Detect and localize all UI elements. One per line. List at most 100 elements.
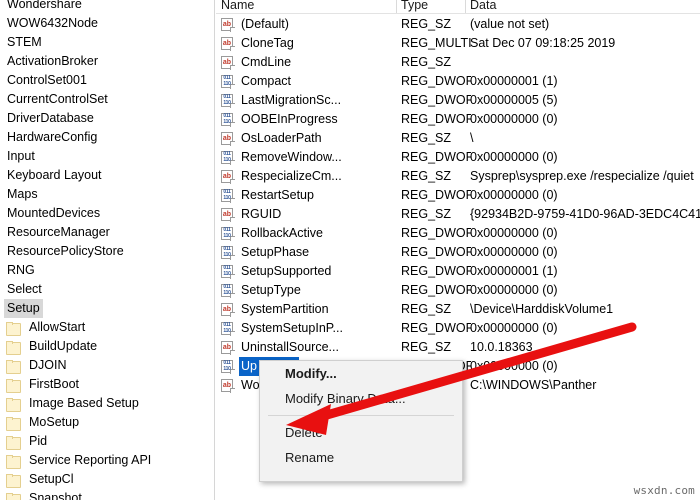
tree-item[interactable]: Snapshot [0, 489, 203, 500]
value-type-cell: REG_SZ [401, 55, 452, 69]
column-divider-name-type[interactable] [396, 0, 397, 14]
value-data-cell: C:\WINDOWS\Panther [470, 378, 597, 392]
column-header-data[interactable]: Data [470, 0, 496, 14]
value-type-cell: REG_DWORD [401, 321, 471, 335]
context-menu-item[interactable]: Rename [260, 445, 462, 470]
column-divider-type-data[interactable] [465, 0, 466, 14]
context-menu-item[interactable]: Modify... [260, 361, 462, 386]
value-data-cell: 0x00000001 (1) [470, 264, 558, 278]
value-name-label: CloneTag [241, 36, 294, 50]
value-row[interactable]: 011110 Compact REG_DWORD0x00000001 (1) [216, 72, 700, 91]
dword-value-icon: 011 110 [221, 151, 235, 165]
value-row[interactable]: ab OsLoaderPath REG_SZ \ [216, 129, 700, 148]
value-row[interactable]: 011110 SetupPhase REG_DWORD0x00000000 (0) [216, 243, 700, 262]
tree-item[interactable]: RNG [0, 261, 203, 280]
tree-item[interactable]: Pid [0, 432, 203, 451]
tree-item-label: Setup [4, 299, 43, 318]
value-row[interactable]: 011110 OOBEInProgress REG_DWORD0x00000000 … [216, 110, 700, 129]
tree-item-label: CurrentControlSet [7, 92, 108, 106]
tree-item[interactable]: ControlSet001 [0, 71, 203, 90]
context-menu-item[interactable]: Delete [260, 420, 462, 445]
column-header-type[interactable]: Type [401, 0, 428, 14]
value-data-cell: 0x00000000 (0) [470, 321, 558, 335]
value-data-cell: 0x00000000 (0) [470, 188, 558, 202]
folder-icon [6, 360, 21, 374]
value-row[interactable]: 011110 RemoveWindow... REG_DWORD0x00000000… [216, 148, 700, 167]
value-name-cell[interactable]: ab (Default) [221, 15, 391, 34]
context-menu[interactable]: Modify... Modify Binary Data... Delete Rena… [259, 360, 463, 482]
value-name-cell[interactable]: 011 110 RemoveWindow... [221, 148, 391, 167]
value-name-cell[interactable]: 011 110 RestartSetup [221, 186, 391, 205]
value-row[interactable]: ab SystemPartition REG_SZ \Device\HarddiskV… [216, 300, 700, 319]
value-name-cell[interactable]: 011 110 SetupSupported [221, 262, 391, 281]
value-row[interactable]: 011110 SetupType REG_DWORD0x00000000 (0) [216, 281, 700, 300]
tree-item[interactable]: ResourcePolicyStore [0, 242, 203, 261]
tree-item[interactable]: DJOIN [0, 356, 203, 375]
tree-item[interactable]: SetupCl [0, 470, 203, 489]
tree-item[interactable]: Image Based Setup [0, 394, 203, 413]
tree-item[interactable]: ActivationBroker [0, 52, 203, 71]
tree-item[interactable]: BuildUpdate [0, 337, 203, 356]
folder-icon [6, 341, 21, 355]
tree-item[interactable]: Keyboard Layout [0, 166, 203, 185]
context-menu-item[interactable]: Modify Binary Data... [260, 386, 462, 411]
value-name-cell[interactable]: ab OsLoaderPath [221, 129, 391, 148]
tree-item-label: RNG [7, 263, 35, 277]
value-row[interactable]: ab RGUID REG_SZ {92934B2D-9759-41D0-96AD-3E… [216, 205, 700, 224]
tree-item[interactable]: WOW6432Node [0, 14, 203, 33]
tree-item[interactable]: CurrentControlSet [0, 90, 203, 109]
value-name-cell[interactable]: ab RGUID [221, 205, 391, 224]
value-row[interactable]: 011110 LastMigrationSc... REG_DWORD0x00000… [216, 91, 700, 110]
value-row[interactable]: ab CloneTag REG_MULTI_SZSat Dec 07 09:18:2… [216, 34, 700, 53]
value-row[interactable]: ab (Default) REG_SZ (value not set) [216, 15, 700, 34]
value-row[interactable]: ab UninstallSource... REG_SZ 10.0.18363 [216, 338, 700, 357]
value-name-cell[interactable]: 011 110 LastMigrationSc... [221, 91, 391, 110]
value-name-label: RollbackActive [241, 226, 323, 240]
tree-item[interactable]: Maps [0, 185, 203, 204]
value-name-cell[interactable]: ab RespecializeCm... [221, 167, 391, 186]
value-name-cell[interactable]: 011 110 Compact [221, 72, 391, 91]
value-row[interactable]: ab CmdLine REG_SZ [216, 53, 700, 72]
value-name-cell[interactable]: 011 110 SystemSetupInP... [221, 319, 391, 338]
tree-item-label: Service Reporting API [29, 453, 152, 467]
column-header-name[interactable]: Name [221, 0, 254, 14]
value-type-cell: REG_DWORD [401, 74, 471, 88]
tree-item[interactable]: Service Reporting API [0, 451, 203, 470]
tree-item[interactable]: Setup [0, 299, 203, 318]
tree-item[interactable]: STEM [0, 33, 203, 52]
tree-item[interactable]: AllowStart [0, 318, 203, 337]
value-name-cell[interactable]: 011 110 SetupType [221, 281, 391, 300]
tree-item[interactable]: MountedDevices [0, 204, 203, 223]
value-row[interactable]: 011110 RollbackActive REG_DWORD0x00000000 … [216, 224, 700, 243]
registry-key-tree[interactable]: Wondershare WOW6432Node STEM ActivationBrok… [0, 0, 203, 500]
tree-item[interactable]: FirstBoot [0, 375, 203, 394]
tree-item[interactable]: Input [0, 147, 203, 166]
tree-item[interactable]: HardwareConfig [0, 128, 203, 147]
string-value-icon: ab [221, 56, 235, 70]
value-row[interactable]: 011110 SystemSetupInP... REG_DWORD0x000000… [216, 319, 700, 338]
value-name-cell[interactable]: ab CloneTag [221, 34, 391, 53]
value-name-cell[interactable]: 011 110 RollbackActive [221, 224, 391, 243]
value-row[interactable]: 011110 SetupSupported REG_DWORD0x00000001 … [216, 262, 700, 281]
tree-item[interactable]: ResourceManager [0, 223, 203, 242]
value-row[interactable]: 011110 RestartSetup REG_DWORD0x00000000 (0… [216, 186, 700, 205]
tree-item[interactable]: Wondershare [0, 0, 203, 14]
value-name-cell[interactable]: 011 110 SetupPhase [221, 243, 391, 262]
tree-item[interactable]: Select [0, 280, 203, 299]
value-row[interactable]: ab RespecializeCm... REG_SZ Sysprep\sysprep… [216, 167, 700, 186]
value-name-cell[interactable]: ab CmdLine [221, 53, 391, 72]
value-type-cell: REG_DWORD [401, 264, 471, 278]
tree-item[interactable]: DriverDatabase [0, 109, 203, 128]
value-name-cell[interactable]: 011 110 OOBEInProgress [221, 110, 391, 129]
tree-item-label: ControlSet001 [7, 73, 87, 87]
folder-icon [6, 474, 21, 488]
pane-splitter[interactable] [203, 0, 216, 500]
value-data-cell: 0x00000000 (0) [470, 245, 558, 259]
string-value-icon: ab [221, 132, 235, 146]
value-name-cell[interactable]: ab UninstallSource... [221, 338, 391, 357]
folder-icon [6, 398, 21, 412]
value-name-label: SetupPhase [241, 245, 310, 259]
tree-item[interactable]: MoSetup [0, 413, 203, 432]
value-name-cell[interactable]: ab SystemPartition [221, 300, 391, 319]
dword-value-icon: 011 110 [221, 265, 235, 279]
